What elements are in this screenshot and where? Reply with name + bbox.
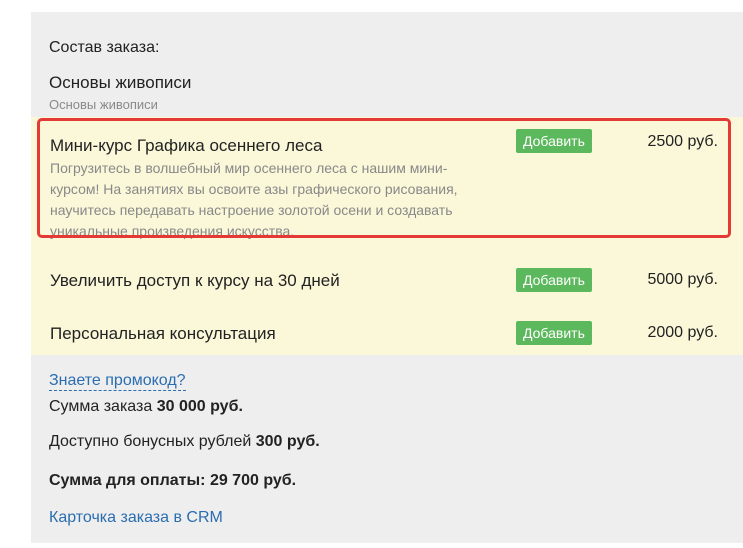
offer-title: Персональная консультация [50, 324, 276, 343]
bonus-available: Доступно бонусных рублей 300 руб. [49, 433, 320, 451]
order-sum-label: Сумма заказа [49, 398, 153, 415]
product-name: Основы живописи [49, 73, 192, 92]
product-subtitle: Основы живописи [49, 97, 158, 112]
bonus-label: Доступно бонусных рублей [49, 433, 252, 450]
offer-title: Мини-курс Графика осеннего леса [50, 136, 323, 155]
offer-price: 5000 руб. [647, 271, 718, 288]
order-panel: Состав заказа: Основы живописи Основы жи… [31, 12, 743, 543]
upsell-offers: Мини-курс Графика осеннего леса Погрузит… [31, 117, 743, 355]
promo-code-link[interactable]: Знаете промокод? [49, 371, 186, 391]
add-mini-course-button[interactable]: Добавить [516, 129, 592, 153]
order-sum-value: 30 000 руб. [156, 398, 243, 415]
offer-description: Погрузитесь в волшебный мир осеннего лес… [50, 160, 458, 239]
bonus-value: 300 руб. [255, 433, 320, 450]
offer-title: Увеличить доступ к курсу на 30 дней [50, 271, 340, 290]
add-extend-access-button[interactable]: Добавить [516, 268, 592, 292]
order-sum: Сумма заказа 30 000 руб. [49, 398, 243, 416]
order-heading: Состав заказа: [49, 39, 160, 56]
pay-label: Сумма для оплаты: [49, 472, 206, 489]
offer-price: 2500 руб. [647, 133, 718, 150]
pay-value: 29 700 руб. [209, 472, 297, 489]
payment-total: Сумма для оплаты: 29 700 руб. [49, 472, 296, 490]
offer-price: 2000 руб. [647, 324, 718, 341]
crm-order-card-link[interactable]: Карточка заказа в CRM [49, 509, 223, 527]
add-consultation-button[interactable]: Добавить [516, 321, 592, 345]
